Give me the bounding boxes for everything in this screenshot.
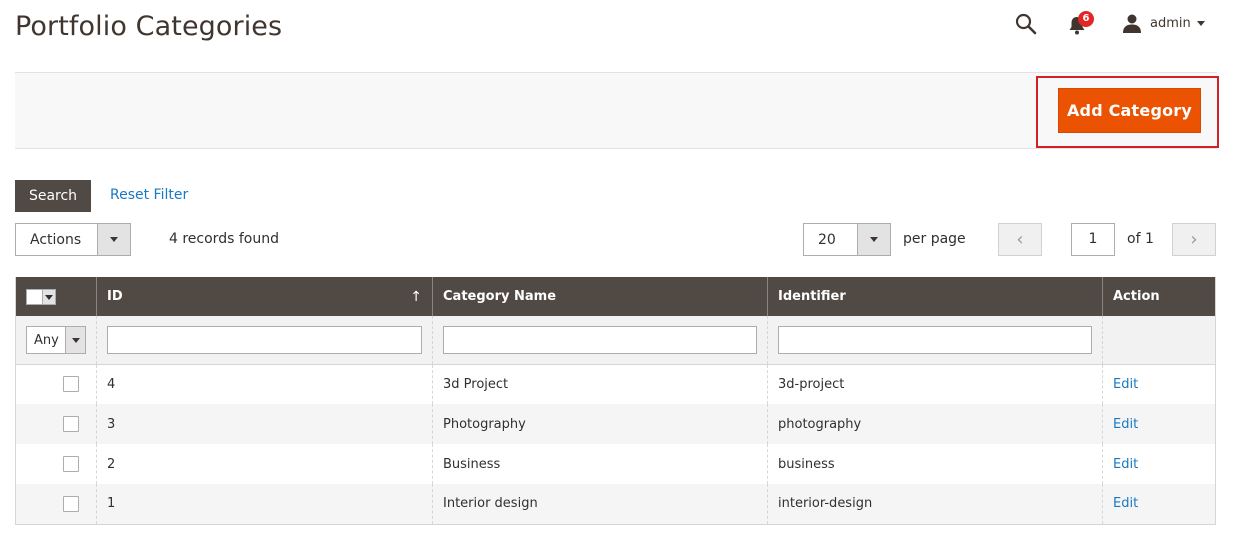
next-page-button[interactable]: › — [1172, 223, 1216, 256]
category-name-cell: 3d Project — [432, 364, 768, 404]
filter-cell: Any — [15, 316, 97, 365]
filter-cell — [96, 316, 433, 365]
global-search-button[interactable] — [1014, 12, 1038, 36]
chevron-down-icon — [42, 289, 55, 304]
categories-grid: ID ↑ Category Name Identifier Action Any… — [15, 277, 1216, 525]
row-checkbox[interactable] — [63, 456, 79, 472]
table-row: 3 Photography photography Edit — [15, 404, 1216, 444]
add-category-button[interactable]: Add Category — [1058, 88, 1201, 133]
mass-actions-select[interactable]: Actions — [15, 223, 131, 256]
mass-select-header — [15, 277, 97, 316]
table-row: 4 3d Project 3d-project Edit — [15, 364, 1216, 404]
edit-link[interactable]: Edit — [1113, 417, 1138, 432]
id-cell: 3 — [96, 404, 433, 444]
sort-asc-icon: ↑ — [410, 288, 422, 305]
action-cell: Edit — [1102, 484, 1216, 525]
row-checkbox[interactable] — [63, 416, 79, 432]
action-cell: Edit — [1102, 444, 1216, 484]
chevron-down-icon — [857, 224, 890, 255]
column-header-id[interactable]: ID ↑ — [96, 277, 433, 316]
search-button[interactable]: Search — [15, 180, 91, 212]
checkbox-icon — [28, 290, 42, 303]
per-page-select[interactable]: 20 — [803, 223, 891, 256]
user-icon — [1123, 14, 1141, 33]
action-cell: Edit — [1102, 404, 1216, 444]
table-row: 1 Interior design interior-design Edit — [15, 484, 1216, 525]
category-name-filter-input[interactable] — [443, 325, 757, 354]
identifier-cell: photography — [767, 404, 1103, 444]
category-name-cell: Interior design — [432, 484, 768, 525]
category-name-cell: Business — [432, 444, 768, 484]
column-label: Action — [1113, 289, 1160, 304]
chevron-down-icon — [97, 224, 130, 255]
column-header-action: Action — [1102, 277, 1216, 316]
row-checkbox[interactable] — [63, 376, 79, 393]
row-select-cell — [15, 404, 97, 444]
page-count: of 1 — [1127, 231, 1154, 247]
records-found: 4 records found — [169, 231, 279, 247]
notifications-button[interactable]: 6 — [1067, 11, 1094, 38]
row-select-cell — [15, 484, 97, 525]
per-page-label: per page — [903, 231, 966, 247]
column-label: ID — [107, 288, 123, 304]
edit-link[interactable]: Edit — [1113, 377, 1138, 392]
table-row: 2 Business business Edit — [15, 444, 1216, 484]
column-label: Identifier — [778, 289, 846, 304]
mass-actions-label: Actions — [30, 232, 82, 248]
notifications-badge: 6 — [1078, 11, 1094, 27]
id-filter-input[interactable] — [107, 325, 422, 354]
row-checkbox[interactable] — [63, 495, 79, 512]
identifier-cell: business — [767, 444, 1103, 484]
chevron-down-icon — [65, 326, 85, 353]
id-cell: 2 — [96, 444, 433, 484]
id-cell: 4 — [96, 364, 433, 404]
column-label: Category Name — [443, 289, 557, 304]
filter-row: Any — [15, 316, 1216, 365]
row-select-cell — [15, 444, 97, 484]
user-menu[interactable]: admin — [1122, 10, 1205, 36]
identifier-cell: 3d-project — [767, 364, 1103, 404]
category-name-cell: Photography — [432, 404, 768, 444]
search-icon — [1015, 13, 1037, 35]
row-select-cell — [15, 364, 97, 404]
edit-link[interactable]: Edit — [1113, 457, 1138, 472]
filter-cell — [1102, 316, 1216, 365]
identifier-cell: interior-design — [767, 484, 1103, 525]
header-actions: 6 admin — [994, 10, 1234, 40]
user-name: admin — [1150, 15, 1191, 31]
select-filter[interactable]: Any — [26, 325, 86, 354]
column-header-category-name[interactable]: Category Name — [432, 277, 768, 316]
reset-filter-link[interactable]: Reset Filter — [110, 187, 188, 203]
filter-cell — [432, 316, 768, 365]
filter-cell — [767, 316, 1103, 365]
edit-link[interactable]: Edit — [1113, 496, 1138, 511]
action-cell: Edit — [1102, 364, 1216, 404]
grid-header-row: ID ↑ Category Name Identifier Action — [15, 277, 1216, 316]
id-cell: 1 — [96, 484, 433, 525]
caret-down-icon — [1196, 20, 1205, 26]
page-number-input[interactable]: 1 — [1071, 223, 1115, 256]
select-filter-value: Any — [34, 332, 59, 348]
page-title: Portfolio Categories — [15, 11, 283, 42]
mass-select-dropdown[interactable] — [26, 288, 56, 305]
column-header-identifier[interactable]: Identifier — [767, 277, 1103, 316]
previous-page-button[interactable]: ‹ — [998, 223, 1042, 256]
identifier-filter-input[interactable] — [778, 325, 1092, 354]
per-page-value: 20 — [818, 232, 836, 248]
